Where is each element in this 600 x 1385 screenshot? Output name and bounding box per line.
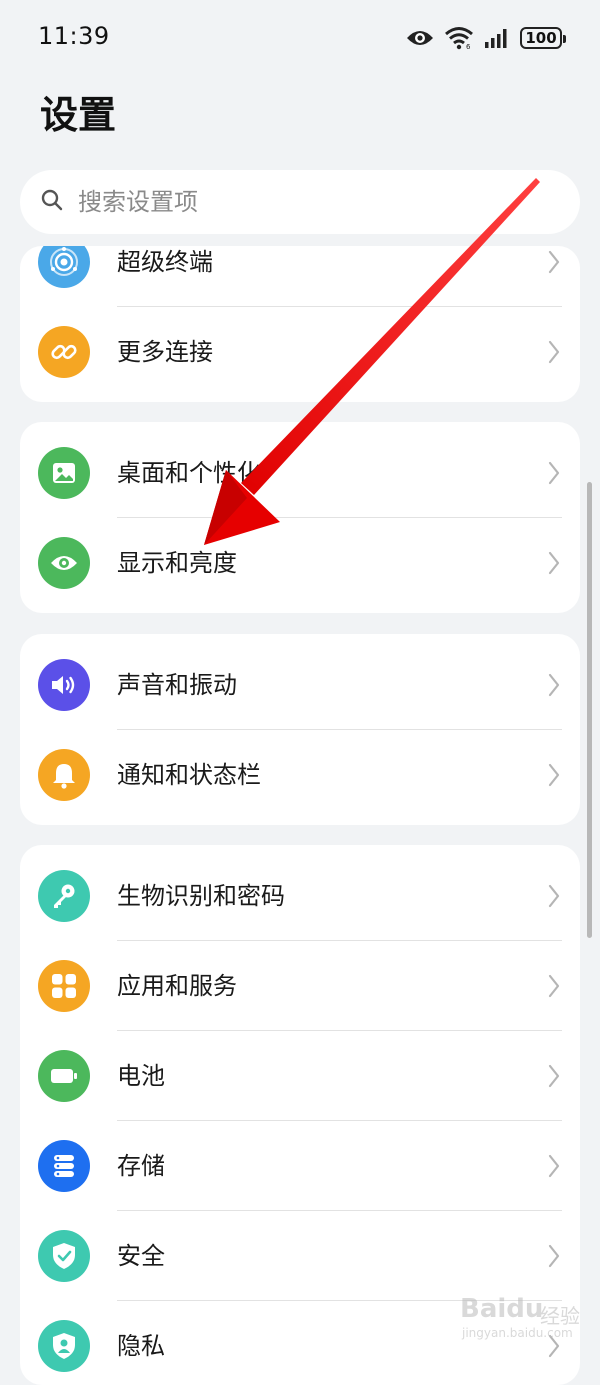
settings-item-label: 隐私 [117,1332,165,1360]
privacy-icon [38,1320,90,1372]
bell-icon [38,749,90,801]
settings-group-sound-notifications: 声音和振动 通知和状态栏 [20,634,580,825]
watermark-cn: 经验 [540,1304,580,1328]
settings-item-more-connections[interactable]: 更多连接 [20,307,580,397]
settings-item-storage[interactable]: 存储 [20,1121,580,1211]
settings-item-security[interactable]: 安全 [20,1211,580,1301]
key-icon [38,870,90,922]
chevron-right-icon [548,250,560,278]
settings-group-connectivity: 超级终端 更多连接 [20,246,580,402]
chevron-right-icon [548,551,560,579]
scrollbar[interactable] [587,482,592,938]
search-bar[interactable] [20,170,580,234]
settings-group-display: 桌面和个性化 显示和亮度 [20,422,580,613]
battery-icon [38,1050,90,1102]
settings-item-label: 桌面和个性化 [117,459,261,487]
apps-icon [38,960,90,1012]
chevron-right-icon [548,974,560,1002]
watermark-brand: Baidu [460,1294,544,1324]
settings-item-label: 应用和服务 [117,972,237,1000]
settings-item-label: 显示和亮度 [117,549,237,577]
eye-comfort-icon [406,28,434,48]
settings-item-super-device[interactable]: 超级终端 [20,246,580,307]
status-bar: 11:39 6 100 [0,0,600,76]
search-input[interactable] [78,188,518,216]
watermark-url: jingyan.baidu.com [462,1326,573,1340]
settings-item-label: 生物识别和密码 [117,882,285,910]
link-icon [38,326,90,378]
signal-icon [484,28,510,48]
eye-icon [38,537,90,589]
settings-item-battery[interactable]: 电池 [20,1031,580,1121]
svg-text:6: 6 [466,43,471,50]
chevron-right-icon [548,673,560,701]
volume-icon [38,659,90,711]
settings-item-notifications-statusbar[interactable]: 通知和状态栏 [20,730,580,820]
chevron-right-icon [548,340,560,368]
storage-icon [38,1140,90,1192]
settings-item-label: 存储 [117,1152,165,1180]
settings-item-label: 更多连接 [117,338,213,366]
chevron-right-icon [548,1064,560,1092]
chevron-right-icon [548,1244,560,1272]
super-device-icon [38,246,90,288]
settings-item-label: 超级终端 [117,248,213,276]
settings-item-sound-vibration[interactable]: 声音和振动 [20,640,580,730]
settings-item-apps-services[interactable]: 应用和服务 [20,941,580,1031]
chevron-right-icon [548,763,560,791]
image-icon [38,447,90,499]
baidu-watermark: Baidu 经验 jingyan.baidu.com [460,1290,590,1346]
status-icons: 6 100 [406,22,566,54]
page-title: 设置 [40,93,117,137]
settings-item-biometrics-password[interactable]: 生物识别和密码 [20,851,580,941]
battery-indicator: 100 [520,27,566,49]
shield-icon [38,1230,90,1282]
settings-item-display-brightness[interactable]: 显示和亮度 [20,518,580,608]
chevron-right-icon [548,1154,560,1182]
settings-item-desktop-personalization[interactable]: 桌面和个性化 [20,428,580,518]
settings-item-label: 电池 [117,1062,165,1090]
chevron-right-icon [548,461,560,489]
settings-item-label: 声音和振动 [117,671,237,699]
search-icon [40,188,64,216]
wifi-icon: 6 [444,26,474,50]
status-time: 11:39 [38,22,110,50]
chevron-right-icon [548,884,560,912]
settings-item-label: 安全 [117,1242,165,1270]
settings-item-label: 通知和状态栏 [117,761,261,789]
